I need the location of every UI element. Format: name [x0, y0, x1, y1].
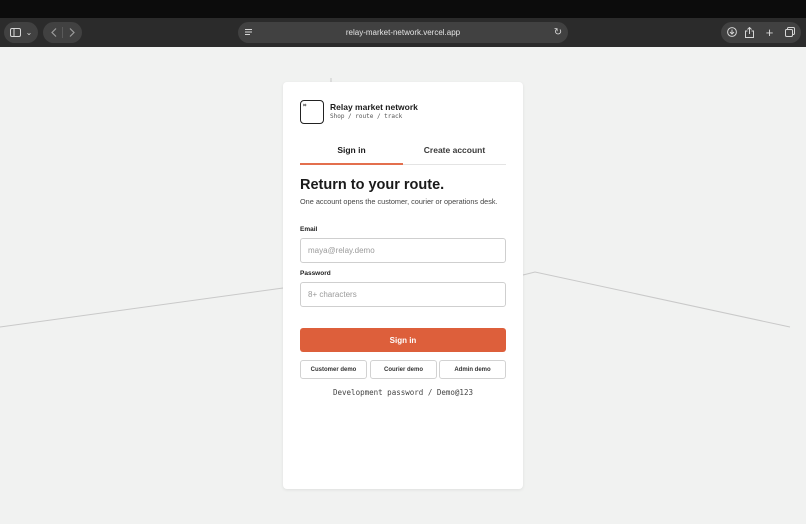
courier-demo-button[interactable]: Courier demo: [370, 360, 437, 379]
logo-mark-icon: ⌗: [303, 102, 307, 109]
sidebar-icon: [7, 22, 23, 43]
password-label: Password: [300, 270, 331, 277]
customer-demo-button[interactable]: Customer demo: [300, 360, 367, 379]
history-navigation: [43, 22, 82, 43]
sidebar-toggle-button[interactable]: ⌄: [4, 22, 38, 43]
tab-create-account[interactable]: Create account: [403, 140, 506, 165]
form-heading: Return to your route.: [300, 177, 445, 193]
tabs-overview-icon[interactable]: [782, 22, 797, 43]
email-label: Email: [300, 226, 318, 233]
brand-logo: ⌗: [300, 100, 324, 124]
address-bar[interactable]: relay-market-network.vercel.app ↻: [238, 22, 568, 43]
divider: [62, 27, 63, 38]
email-field[interactable]: [300, 238, 506, 263]
chevron-left-icon[interactable]: [46, 22, 62, 43]
browser-toolbar: ⌄ relay-market-network.vercel.app ↻ +: [0, 18, 806, 47]
page-content: ⌗ Relay market network Shop / route / tr…: [0, 47, 806, 524]
plus-icon[interactable]: +: [762, 22, 777, 43]
auth-tabs: Sign in Create account: [300, 140, 506, 165]
dev-password-note: Development password / Demo@123: [333, 388, 473, 397]
auth-card: ⌗ Relay market network Shop / route / tr…: [283, 82, 523, 489]
window-top-bar: [0, 0, 806, 18]
url-text: relay-market-network.vercel.app: [345, 28, 461, 37]
form-description: One account opens the customer, courier …: [300, 197, 498, 206]
download-icon[interactable]: [724, 22, 739, 43]
reload-icon[interactable]: ↻: [552, 22, 564, 43]
brand-name: Relay market network: [330, 102, 418, 112]
chevron-right-icon[interactable]: [64, 22, 80, 43]
brand-tagline: Shop / route / track: [330, 113, 403, 120]
admin-demo-button[interactable]: Admin demo: [439, 360, 506, 379]
tab-sign-in[interactable]: Sign in: [300, 140, 403, 165]
toolbar-actions: +: [721, 22, 801, 43]
chevron-down-icon: ⌄: [25, 28, 33, 37]
share-icon[interactable]: [742, 22, 757, 43]
password-field[interactable]: [300, 282, 506, 307]
sign-in-button[interactable]: Sign in: [300, 328, 506, 352]
